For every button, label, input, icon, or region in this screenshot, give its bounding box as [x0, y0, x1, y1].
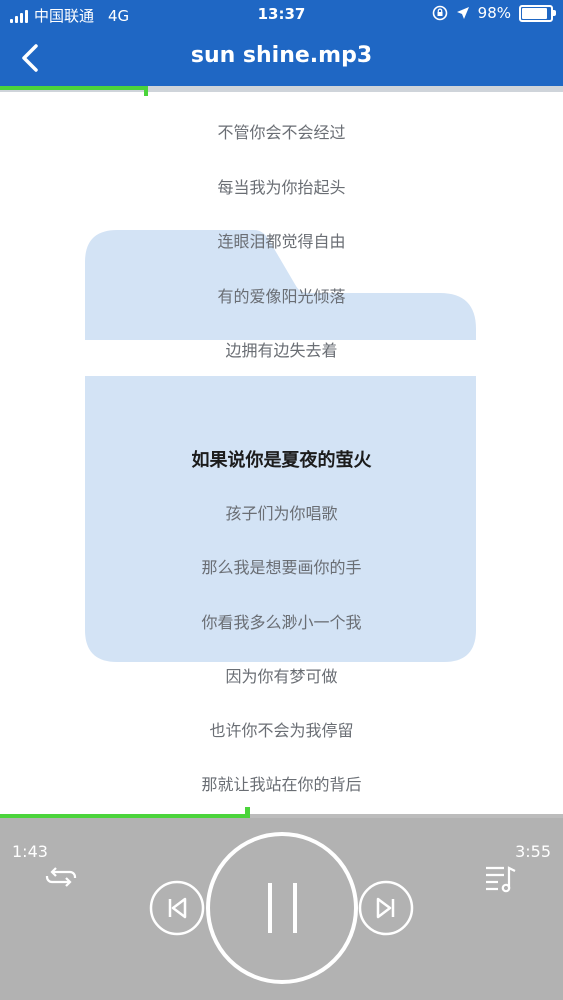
lyric-line: 也许你不会为我停留: [209, 721, 354, 740]
page-title: sun shine.mp3: [190, 43, 373, 68]
lyrics-panel[interactable]: 不管你会不会经过 每当我为你抬起头 连眼泪都觉得自由 有的爱像阳光倾落 边拥有边失去着如…: [0, 92, 563, 814]
lyric-line: 有的爱像阳光倾落: [217, 287, 346, 306]
next-track-icon: [358, 880, 414, 936]
lyric-line: 不管你会不会经过: [217, 123, 346, 142]
top-progress-fill: [0, 86, 147, 90]
repeat-button[interactable]: [44, 864, 78, 894]
battery-percent: 98%: [477, 4, 511, 22]
lyric-line-current: 如果说你是夏夜的萤火: [191, 450, 372, 471]
total-time: 3:55: [515, 842, 551, 861]
rotation-lock-icon: [432, 5, 447, 21]
status-right: 98%: [432, 4, 556, 22]
title-bar: sun shine.mp3: [0, 30, 563, 86]
pause-button[interactable]: [205, 831, 359, 989]
playlist-icon: [486, 866, 516, 893]
lyric-line: 连眼泪都觉得自由: [217, 232, 346, 251]
lyric-line: 因为你有梦可做: [225, 667, 338, 686]
repeat-icon: [45, 867, 77, 887]
next-button[interactable]: [358, 880, 414, 940]
playlist-button[interactable]: [484, 862, 518, 898]
lyric-line: 每当我为你抬起头: [217, 178, 346, 197]
status-bar: 中国联通 4G 13:37 98%: [0, 0, 563, 30]
pause-icon: [206, 832, 358, 984]
lyric-line: 孩子们为你唱歌: [225, 504, 338, 523]
lyric-line: 那么我是想要画你的手: [201, 558, 362, 577]
lyric-line: 边拥有边失去着: [225, 341, 338, 360]
location-arrow-icon: [456, 7, 469, 19]
lyric-line: 你看我多么渺小一个我: [201, 613, 362, 632]
previous-button[interactable]: [149, 880, 205, 940]
elapsed-time: 1:43: [12, 842, 48, 861]
lyric-line: 那就让我站在你的背后: [201, 775, 362, 794]
player-controls: 1:43 3:55: [0, 818, 563, 1000]
previous-track-icon: [149, 880, 205, 936]
battery-icon: [519, 4, 556, 22]
